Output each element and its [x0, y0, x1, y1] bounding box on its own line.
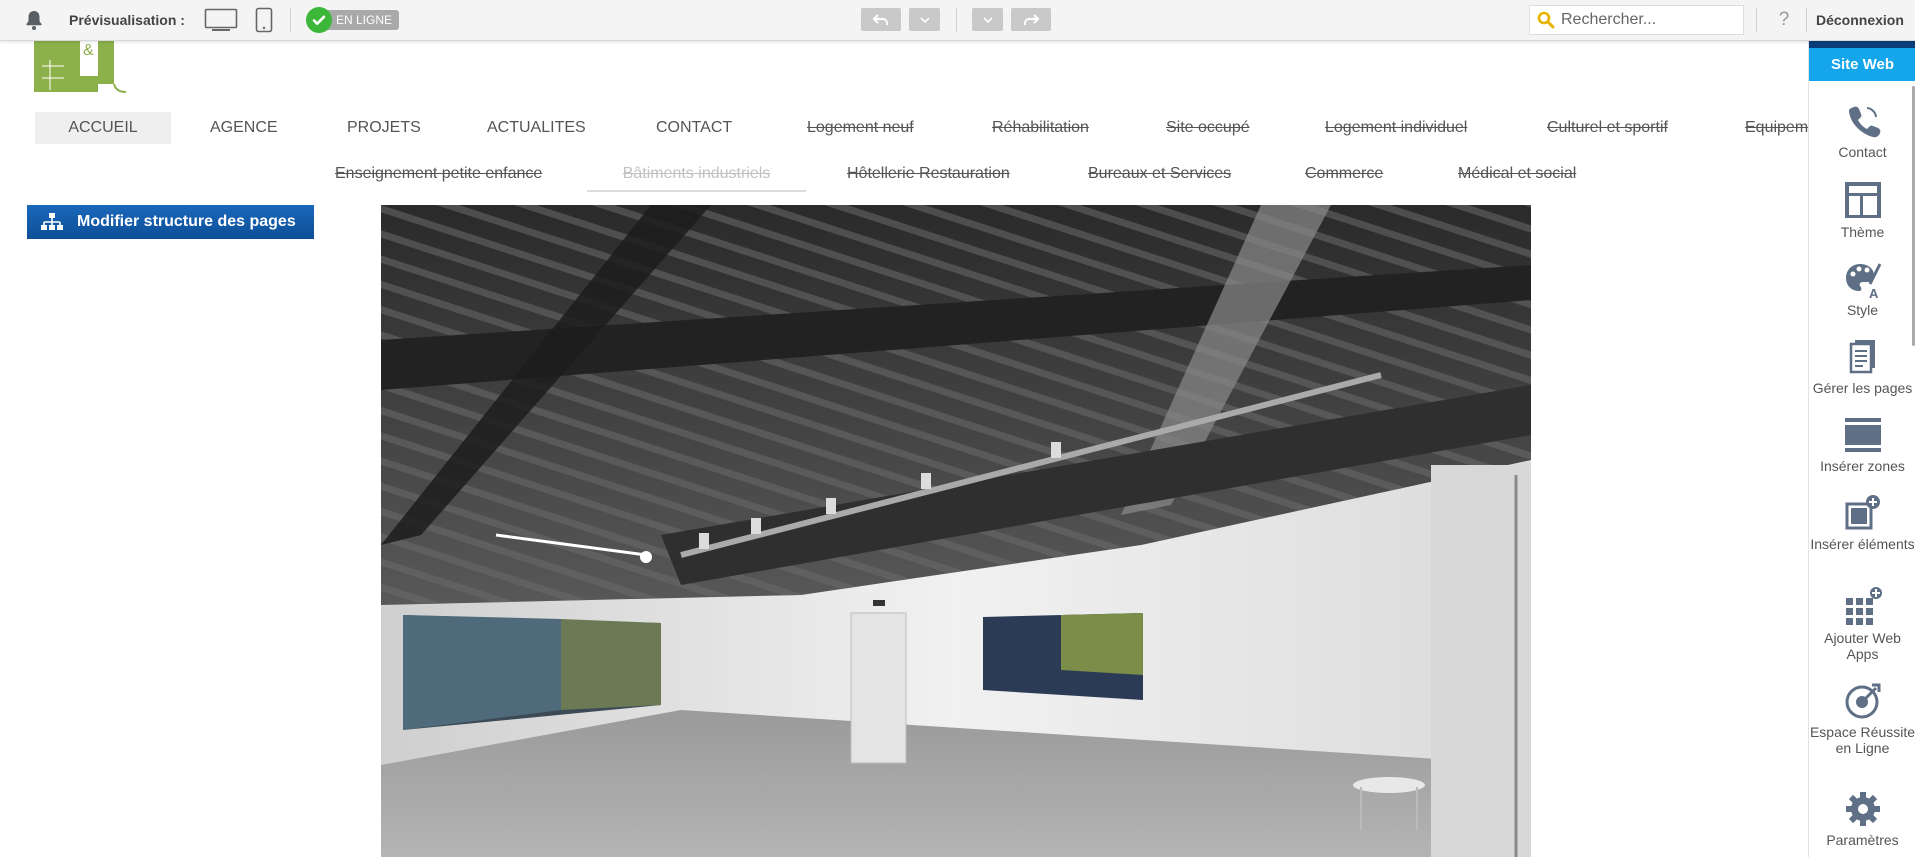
success-icon [1842, 680, 1884, 722]
nav-item-accueil[interactable]: ACCUEIL [35, 112, 171, 144]
search-icon [1530, 11, 1561, 29]
check-icon [306, 7, 332, 33]
nav-item-commerce[interactable]: Commerce [1305, 158, 1383, 190]
sidebar-item-contact[interactable]: Contact [1809, 100, 1915, 160]
gear-icon [1842, 788, 1884, 830]
layout-icon [1842, 180, 1884, 222]
sidebar-item-label: Paramètres [1826, 832, 1899, 848]
svg-text:A: A [1869, 286, 1879, 300]
editor-sidebar: Site Web Contact Thème A Style Gérer les… [1808, 40, 1915, 857]
logout-button[interactable]: Déconnexion [1816, 0, 1904, 40]
modify-page-structure-button[interactable]: Modifier structure des pages [27, 205, 314, 239]
toolbar-divider [290, 8, 291, 32]
toolbar-divider [1756, 8, 1757, 32]
undo-history-dropdown[interactable] [909, 8, 940, 31]
pages-icon [1842, 336, 1884, 378]
sidebar-item-success-space[interactable]: Espace Réussite en Ligne [1809, 680, 1915, 756]
redo-button[interactable] [1011, 8, 1051, 31]
sidebar-item-label: Insérer éléments [1810, 536, 1915, 552]
chevron-down-icon [982, 16, 993, 23]
nav-item-equipement[interactable]: Equipem [1745, 112, 1808, 144]
top-toolbar: Prévisualisation : EN LIGNE ? Déconnexio… [0, 0, 1915, 41]
nav-item-enseignement[interactable]: Enseignement petite enfance [335, 158, 542, 190]
nav-item-bureaux-services[interactable]: Bureaux et Services [1088, 158, 1231, 190]
nav-item-projets[interactable]: PROJETS [347, 112, 421, 144]
sidebar-item-label: Ajouter Web Apps [1824, 630, 1901, 662]
nav-item-logement-individuel[interactable]: Logement individuel [1325, 112, 1467, 144]
nav-item-medical-social[interactable]: Médical et social [1458, 158, 1576, 190]
zones-icon [1842, 414, 1884, 456]
sidebar-item-style[interactable]: A Style [1809, 258, 1915, 318]
nav-item-contact[interactable]: CONTACT [656, 112, 732, 144]
sidebar-top-strip [1809, 40, 1915, 48]
nav-item-site-occupe[interactable]: Site occupé [1166, 112, 1250, 144]
palette-icon: A [1842, 258, 1884, 301]
sidebar-item-label: Contact [1838, 144, 1887, 160]
search-box[interactable] [1529, 5, 1744, 35]
sidebar-item-label: Gérer les pages [1812, 380, 1913, 396]
search-input[interactable] [1561, 11, 1736, 29]
redo-history-dropdown[interactable] [972, 8, 1003, 31]
undo-button[interactable] [861, 8, 901, 31]
nav-item-rehabilitation[interactable]: Réhabilitation [992, 112, 1089, 144]
phone-icon [1842, 100, 1884, 142]
toolbar-divider [956, 8, 957, 32]
gallery-room-photo[interactable] [381, 205, 1531, 857]
nav-item-agence[interactable]: AGENCE [210, 112, 278, 144]
sidebar-item-theme[interactable]: Thème [1809, 180, 1915, 240]
desktop-preview-icon[interactable] [203, 7, 239, 33]
sidebar-item-insert-zones[interactable]: Insérer zones [1809, 414, 1915, 474]
apps-grid-icon [1842, 586, 1884, 628]
logo-ampersand: & [83, 42, 94, 59]
nav-item-hotellerie[interactable]: Hôtellerie Restauration [847, 158, 1010, 190]
sidebar-item-manage-pages[interactable]: Gérer les pages [1809, 336, 1915, 396]
nav-item-logement-neuf[interactable]: Logement neuf [807, 112, 914, 144]
sidebar-item-insert-elements[interactable]: Insérer éléments [1809, 492, 1915, 552]
toolbar-divider [1806, 8, 1807, 32]
sidebar-item-label: Espace Réussite en Ligne [1809, 724, 1915, 756]
elements-icon [1842, 492, 1884, 534]
sitemap-icon [41, 212, 63, 232]
nav-item-actualites[interactable]: ACTUALITES [487, 112, 586, 144]
modify-page-structure-label: Modifier structure des pages [77, 213, 296, 230]
sidebar-item-settings[interactable]: Paramètres [1809, 788, 1915, 848]
chevron-down-icon [919, 16, 930, 23]
online-status-toggle[interactable]: EN LIGNE [306, 7, 400, 33]
online-status-label: EN LIGNE [322, 10, 400, 30]
help-button[interactable]: ? [1772, 0, 1796, 40]
sidebar-item-add-web-apps[interactable]: Ajouter Web Apps [1809, 586, 1915, 662]
tablet-preview-icon[interactable] [252, 7, 276, 33]
site-web-header[interactable]: Site Web [1809, 48, 1915, 81]
notification-bell-icon[interactable] [22, 0, 46, 40]
sidebar-item-label: Style [1846, 302, 1879, 318]
sidebar-item-label: Insérer zones [1820, 458, 1905, 474]
sidebar-item-label: Thème [1840, 224, 1885, 240]
site-logo[interactable]: & [34, 40, 127, 94]
preview-label: Prévisualisation : [69, 12, 185, 28]
nav-item-culturel-sportif[interactable]: Culturel et sportif [1547, 112, 1668, 144]
nav-item-batiments-industriels[interactable]: Bâtiments industriels [587, 158, 806, 192]
